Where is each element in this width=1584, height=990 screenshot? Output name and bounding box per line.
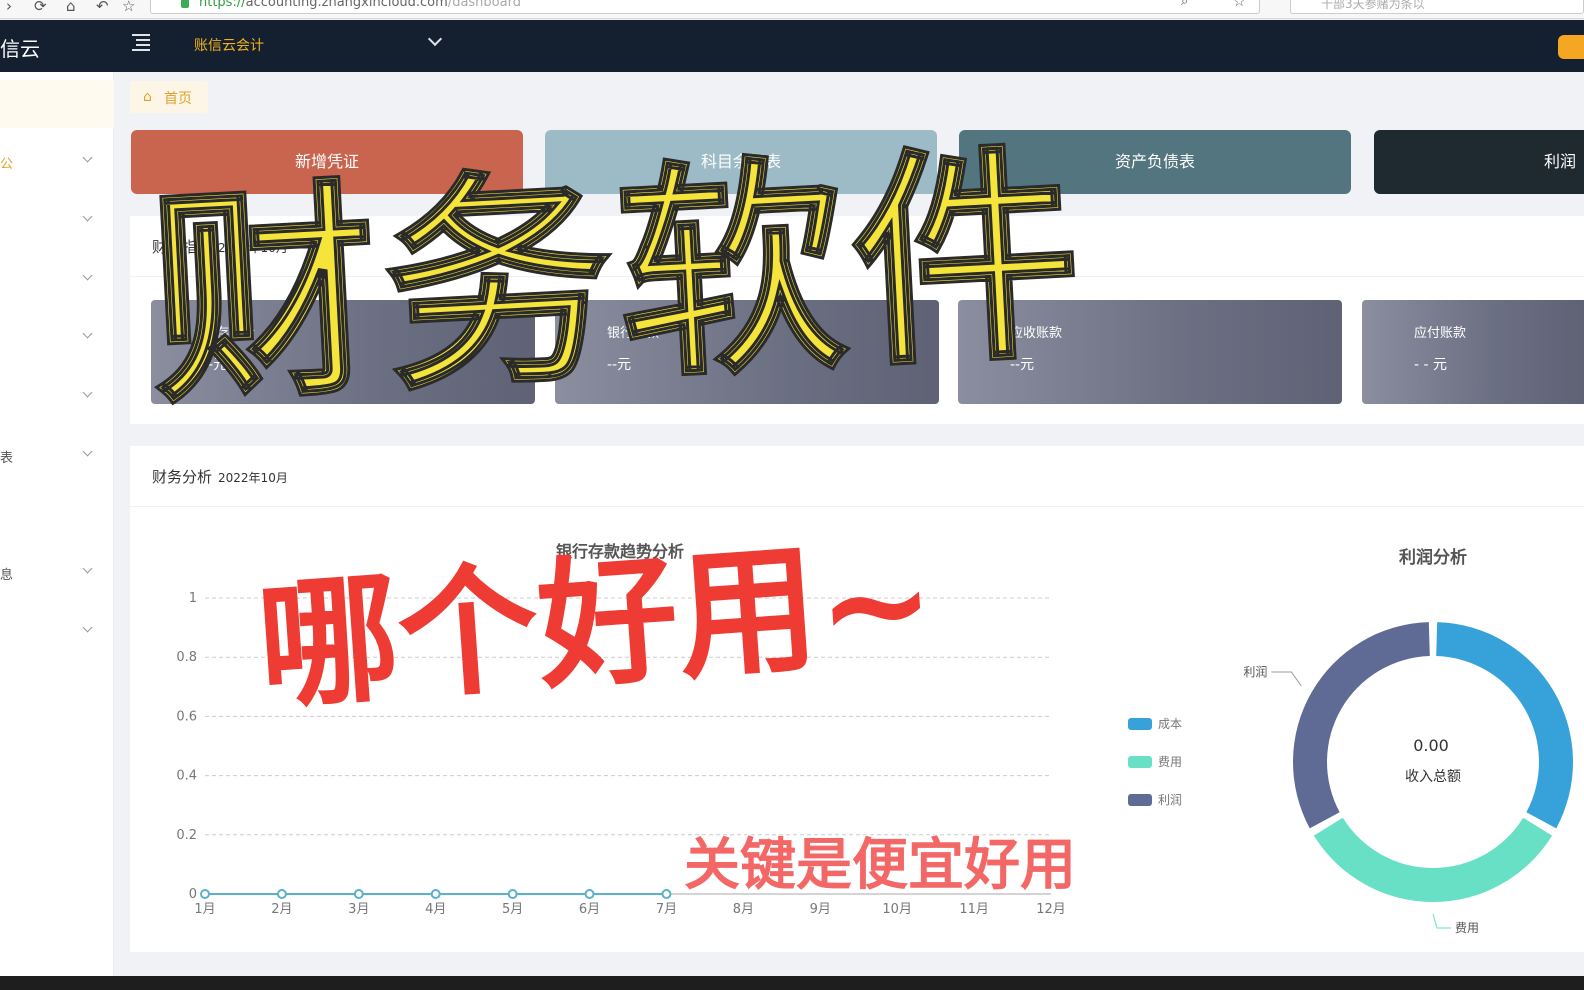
y-tick-label: 0 [189,887,197,902]
pie-slice [1293,622,1430,829]
headline-overlay: 财务软件 [142,119,1094,437]
y-tick-label: 0.2 [176,828,197,843]
legend-label: 成本 [1158,717,1182,731]
data-point [507,889,518,899]
data-point [430,889,441,899]
data-point [661,889,672,899]
x-tick-label: 11月 [959,902,989,917]
x-tick-label: 12月 [1036,902,1066,917]
label-leader [1432,913,1451,929]
legend-label: 利润 [1158,793,1182,807]
legend-swatch [1128,718,1152,730]
slice-label: 利润 [1243,665,1267,679]
x-tick-label: 7月 [656,902,677,917]
legend-swatch [1128,794,1152,806]
taskbar [0,976,1584,990]
caption-overlay: 关键是便宜好用 [683,833,1077,898]
data-point [353,889,364,899]
x-tick-label: 4月 [425,902,446,917]
label-leader [1271,671,1302,687]
y-tick-label: 0.4 [176,769,197,784]
y-tick-label: 0.6 [176,709,197,724]
y-tick-label: 0.8 [176,650,197,665]
center-value: 0.00 [1413,736,1449,755]
x-tick-label: 8月 [733,902,754,917]
x-tick-label: 3月 [348,902,369,917]
x-tick-label: 9月 [810,902,831,917]
data-point [584,889,595,899]
x-tick-label: 1月 [194,902,215,917]
pie-chart-title: 利润分析 [1399,547,1467,568]
slice-label: 费用 [1455,921,1479,935]
pie-slice [1436,622,1573,829]
legend-swatch [1128,756,1152,768]
y-tick-label: 1 [189,591,197,606]
center-label: 收入总额 [1405,769,1461,785]
data-point [276,889,287,899]
data-point [200,889,210,899]
x-tick-label: 5月 [502,902,523,917]
x-tick-label: 2月 [271,902,292,917]
x-tick-label: 6月 [579,902,600,917]
pie-slice [1313,817,1553,902]
legend-label: 费用 [1158,755,1182,769]
x-tick-label: 10月 [882,902,912,917]
